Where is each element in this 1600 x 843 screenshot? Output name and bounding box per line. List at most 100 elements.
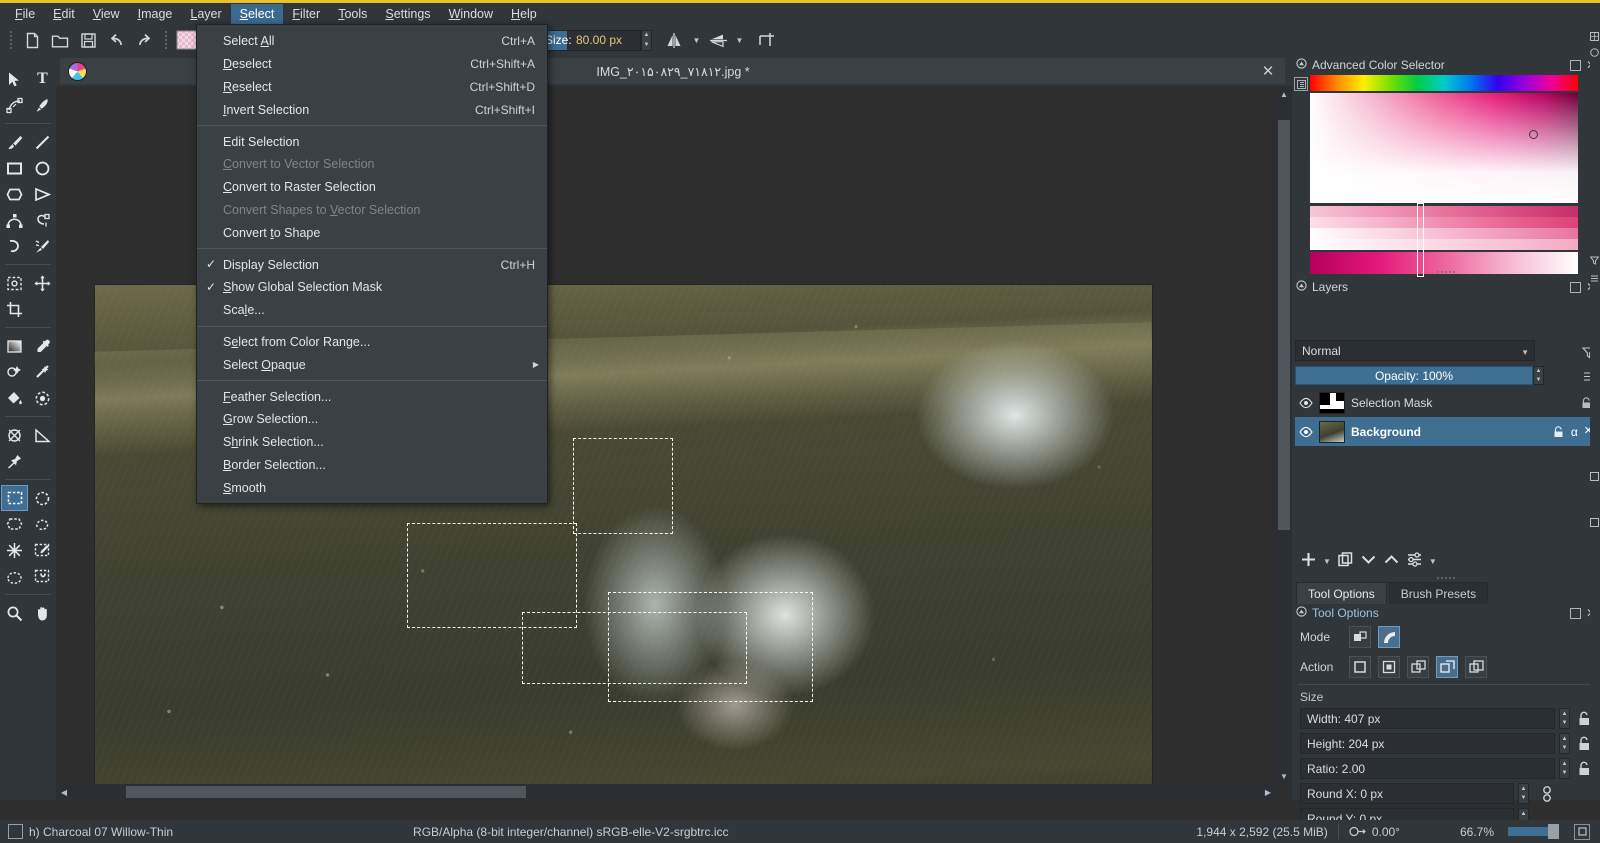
rotation-indicator[interactable]: 0.00°: [1349, 825, 1400, 839]
menu-settings[interactable]: Settings: [376, 4, 439, 24]
polygonal-selection-tool[interactable]: [1, 511, 28, 537]
text-tool[interactable]: T: [29, 66, 56, 92]
scroll-right-icon[interactable]: ▶: [1260, 784, 1276, 800]
ratio-field[interactable]: Ratio: 2.00: [1300, 758, 1555, 779]
colorize-mask-tool[interactable]: [1, 359, 28, 385]
menu-item-invert-selection[interactable]: Invert Selection Ctrl+Shift+I: [197, 98, 547, 121]
layer-opacity-slider[interactable]: Opacity: 100%: [1295, 366, 1533, 385]
vertical-scroll-thumb[interactable]: [1278, 120, 1290, 530]
select-menu-dropdown[interactable]: Select All Ctrl+A Deselect Ctrl+Shift+A …: [196, 24, 548, 505]
menu-help[interactable]: Help: [502, 4, 546, 24]
width-field[interactable]: Width: 407 px: [1300, 708, 1555, 729]
menu-layer[interactable]: Layer: [181, 4, 230, 24]
layer-styles-docker-icon[interactable]: [1590, 274, 1599, 283]
calligraphy-tool[interactable]: [29, 92, 56, 118]
color-selector-settings-icon[interactable]: [1294, 77, 1308, 91]
horizontal-scroll-thumb[interactable]: [126, 786, 526, 798]
float-tool-options-icon[interactable]: [1569, 607, 1581, 619]
menu-file[interactable]: File: [6, 4, 44, 24]
menu-item-smooth[interactable]: Smooth: [197, 476, 547, 499]
tab-tool-options[interactable]: Tool Options: [1296, 582, 1387, 604]
menu-item-select-opaque[interactable]: Select Opaque ▶: [197, 353, 547, 376]
vector-mode-button[interactable]: [1378, 626, 1400, 648]
menu-item-shrink-selection[interactable]: Shrink Selection...: [197, 431, 547, 454]
chevron-down-icon[interactable]: ▼: [1521, 348, 1529, 357]
scroll-down-icon[interactable]: ▼: [1276, 768, 1292, 784]
menu-view[interactable]: View: [84, 4, 129, 24]
color-docker-icon[interactable]: [1590, 48, 1599, 57]
bezier-curve-tool[interactable]: [1, 207, 28, 233]
zoom-slider-knob[interactable]: [1548, 824, 1559, 839]
add-layer-chevron-down-icon[interactable]: ▼: [1323, 551, 1331, 572]
bezier-selection-tool[interactable]: [1, 563, 28, 589]
menu-item-edit-selection[interactable]: Edit Selection: [197, 130, 547, 153]
width-stepper[interactable]: ▲ ▼: [1559, 708, 1570, 729]
move-tool[interactable]: [29, 270, 56, 296]
edit-shapes-tool[interactable]: [1, 92, 28, 118]
magnetic-selection-tool[interactable]: [29, 563, 56, 589]
docker-splitter-1[interactable]: [1292, 268, 1600, 276]
move-layer-up-button[interactable]: [1383, 551, 1400, 571]
height-stepper[interactable]: ▲ ▼: [1559, 733, 1570, 754]
round-x-stepper[interactable]: ▲ ▼: [1518, 783, 1529, 804]
menu-item-convert-to-raster-selection[interactable]: Convert to Raster Selection: [197, 176, 547, 199]
save-icon[interactable]: [75, 27, 101, 53]
menu-window[interactable]: Window: [440, 4, 502, 24]
docker-splitter-2[interactable]: [1292, 574, 1600, 582]
history-docker-icon[interactable]: [1590, 472, 1599, 481]
toolbar-grip[interactable]: [7, 29, 14, 51]
filter-docker-icon[interactable]: [1589, 256, 1600, 265]
layer-visibility-icon[interactable]: [1299, 425, 1313, 439]
overview-docker-icon[interactable]: [1590, 518, 1599, 527]
rectangle-tool[interactable]: [1, 155, 28, 181]
freehand-selection-tool[interactable]: [29, 511, 56, 537]
menu-item-scale[interactable]: Scale...: [197, 299, 547, 322]
menu-item-show-global-selection-mask[interactable]: ✓ Show Global Selection Mask: [197, 276, 547, 299]
layer-properties-button[interactable]: [1406, 551, 1423, 571]
menu-select[interactable]: Select: [230, 3, 284, 24]
pan-tool[interactable]: [29, 600, 56, 626]
smart-patch-tool[interactable]: [29, 359, 56, 385]
table-row[interactable]: Selection Mask: [1295, 388, 1597, 417]
close-icon[interactable]: ✕: [1259, 64, 1277, 79]
freehand-brush-tool[interactable]: [1, 129, 28, 155]
menu-item-border-selection[interactable]: Border Selection...: [197, 454, 547, 477]
gradient-tool[interactable]: [1, 333, 28, 359]
intersect-selection-button[interactable]: [1378, 656, 1400, 678]
redo-icon[interactable]: [131, 27, 157, 53]
float-docker-icon[interactable]: [1569, 59, 1581, 71]
undo-icon[interactable]: [103, 27, 129, 53]
menu-item-deselect[interactable]: Deselect Ctrl+Shift+A: [197, 53, 547, 76]
ratio-stepper[interactable]: ▲ ▼: [1559, 758, 1570, 779]
brush-size-stepper[interactable]: ▲ ▼: [641, 29, 652, 51]
mirror-h-chevron-down-icon[interactable]: ▼: [690, 30, 703, 51]
multibrush-tool[interactable]: [29, 233, 56, 259]
subtract-selection-button[interactable]: [1436, 656, 1458, 678]
add-selection-button[interactable]: [1407, 656, 1429, 678]
fullscreen-toggle-icon[interactable]: [1574, 823, 1590, 840]
mirror-horizontal-icon[interactable]: [662, 27, 688, 53]
table-row[interactable]: Background α ✕: [1295, 417, 1597, 446]
height-field[interactable]: Height: 204 px: [1300, 733, 1555, 754]
contiguous-selection-tool[interactable]: [1, 537, 28, 563]
round-x-field[interactable]: Round X: 0 px: [1300, 783, 1514, 804]
menu-tools[interactable]: Tools: [329, 4, 376, 24]
canvas-horizontal-scrollbar[interactable]: ◀ ▶: [56, 784, 1276, 800]
new-document-icon[interactable]: [19, 27, 45, 53]
ellipse-tool[interactable]: [29, 155, 56, 181]
tab-brush-presets[interactable]: Brush Presets: [1388, 582, 1489, 604]
transform-tool[interactable]: [1, 270, 28, 296]
pixel-mode-button[interactable]: [1349, 626, 1371, 648]
color-picker-tool[interactable]: [29, 333, 56, 359]
mirror-vertical-icon[interactable]: [705, 27, 731, 53]
tool-options-collapse-icon[interactable]: [1296, 606, 1307, 620]
saturation-value-square[interactable]: [1310, 93, 1578, 203]
layer-opacity-stepper[interactable]: ▲ ▼: [1533, 366, 1544, 385]
reference-images-tool[interactable]: [1, 448, 28, 474]
enclose-and-fill-tool[interactable]: [29, 385, 56, 411]
menu-item-display-selection[interactable]: ✓ Display Selection Ctrl+H: [197, 253, 547, 276]
menu-item-select-from-color-range[interactable]: Select from Color Range...: [197, 331, 547, 354]
scroll-up-icon[interactable]: ▲: [1276, 86, 1292, 102]
color-slider-handle[interactable]: [1417, 203, 1424, 277]
menu-item-reselect[interactable]: Reselect Ctrl+Shift+D: [197, 76, 547, 99]
